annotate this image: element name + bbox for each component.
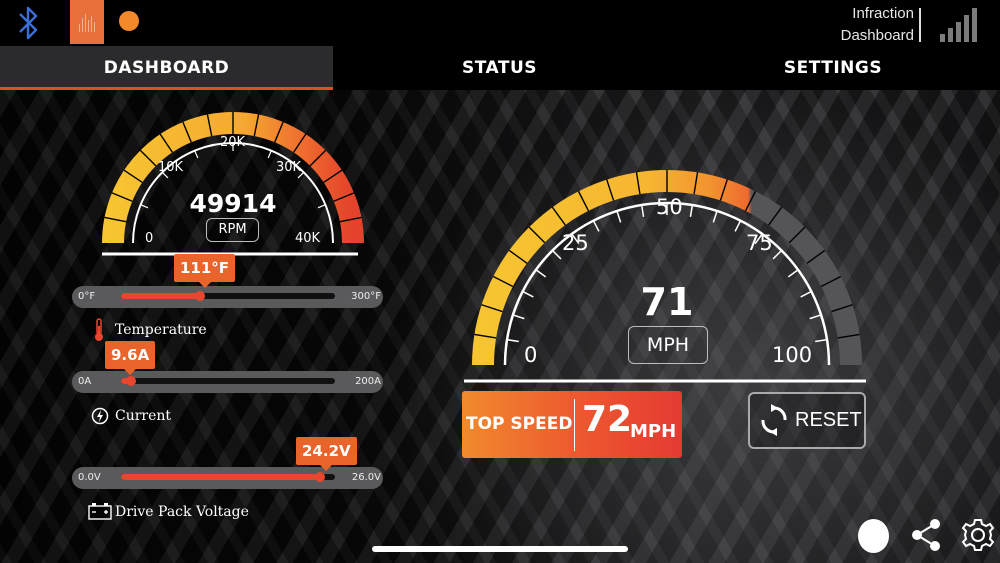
speed-tick-25: 25 (562, 231, 589, 255)
rpm-tick-mark-7 (317, 204, 326, 209)
rpm-tick-40k: 40K (295, 231, 321, 246)
temperature-label: Temperature (115, 322, 207, 338)
current-label: Current (115, 408, 172, 424)
speed-tick-mark-13 (734, 220, 742, 232)
speed-tick-mark-1 (506, 338, 519, 343)
voltage-knob[interactable] (315, 472, 326, 482)
app-title: Infraction Dashboard (841, 3, 914, 47)
current-max: 200A (355, 376, 381, 387)
top-speed-panel: TOP SPEED 72 MPH (462, 391, 682, 458)
speed-tick-mark-11 (689, 204, 694, 217)
speed-tick-mark-12 (712, 210, 718, 223)
speed-tick-0: 0 (524, 343, 537, 367)
speed-tick-mark-16 (787, 269, 799, 278)
current-min: 0A (78, 376, 92, 387)
rpm-value: 49914 (190, 189, 277, 218)
speed-unit: MPH (646, 334, 690, 356)
speed-tick-75: 75 (746, 231, 773, 255)
rpm-tick-20k: 20K (220, 135, 246, 150)
rpm-tick-10k: 10K (158, 160, 184, 175)
temperature-max: 300°F (351, 291, 381, 302)
tab-settings[interactable]: SETTINGS (666, 46, 1000, 90)
temperature-value-bubble: 111°F (174, 254, 236, 288)
app-title-line1: Infraction (852, 5, 914, 22)
rpm-unit-box: RPM (206, 218, 259, 242)
voltage-track[interactable]: 0.0V 26.0V (72, 467, 383, 489)
top-speed-unit: MPH (630, 421, 677, 442)
rpm-unit: RPM (218, 222, 247, 237)
top-speed-value: 72 (582, 399, 633, 440)
speed-tick-mark-8 (616, 210, 622, 223)
current-value-bubble: 9.6A (105, 341, 156, 375)
record-button[interactable] (858, 519, 889, 553)
voltage-fill (121, 474, 321, 480)
speed-tick-mark-15 (772, 249, 783, 260)
battery-icon (88, 503, 112, 520)
tab-dashboard[interactable]: DASHBOARD (0, 46, 333, 90)
current-knob[interactable] (126, 376, 137, 386)
temperature-knob[interactable] (195, 291, 206, 301)
voltage-value-bubble: 24.2V (296, 437, 357, 471)
temperature-min: 0°F (78, 291, 96, 302)
temperature-track[interactable]: 0°F 300°F (72, 286, 383, 308)
reset-button[interactable]: RESET (748, 392, 866, 449)
current-track[interactable]: 0A 200A (72, 371, 383, 393)
speed-tick-mark-5 (551, 249, 562, 260)
voltage-label: Drive Pack Voltage (115, 504, 249, 520)
top-bar: Infraction Dashboard (0, 0, 1000, 46)
rpm-tick-mark-3 (194, 150, 199, 159)
speed-tick-50: 50 (656, 195, 683, 219)
speed-tick-mark-9 (640, 204, 645, 217)
temperature-fill (121, 293, 201, 299)
equalizer-app-icon[interactable] (70, 0, 104, 44)
rpm-tick-0: 0 (145, 231, 153, 246)
speed-tick-mark-4 (535, 269, 547, 278)
reset-label: RESET (795, 409, 862, 431)
rpm-tick-mark-5 (267, 150, 272, 159)
refresh-icon (761, 404, 787, 436)
bluetooth-icon[interactable] (14, 2, 42, 44)
top-speed-label: TOP SPEED (466, 414, 573, 434)
app-title-line2: Dashboard (840, 27, 914, 44)
speed-tick-mark-19 (815, 338, 828, 343)
thermometer-icon (95, 318, 103, 341)
speed-tick-mark-3 (522, 290, 534, 298)
signal-bars-icon (940, 4, 980, 42)
status-dot (119, 11, 139, 31)
home-indicator (372, 546, 628, 552)
tab-status[interactable]: STATUS (333, 46, 666, 90)
top-speed-divider (574, 399, 575, 451)
share-icon[interactable] (909, 516, 943, 554)
speed-tick-mark-18 (809, 314, 822, 320)
speed-tick-mark-17 (800, 290, 812, 298)
rpm-tick-30k: 30K (276, 160, 302, 175)
speed-tick-100: 100 (772, 343, 812, 367)
lightning-bolt-icon (91, 407, 109, 425)
speed-value: 71 (641, 280, 694, 324)
gear-icon[interactable] (960, 516, 996, 554)
rpm-tick-mark-1 (140, 204, 149, 209)
voltage-min: 0.0V (78, 472, 101, 483)
tab-bar: DASHBOARD STATUS SETTINGS (0, 46, 1000, 90)
speed-tick-mark-7 (592, 220, 600, 232)
voltage-max: 26.0V (351, 472, 381, 483)
title-divider (919, 8, 921, 42)
speed-tick-mark-2 (512, 314, 525, 320)
speed-unit-box: MPH (628, 326, 708, 364)
